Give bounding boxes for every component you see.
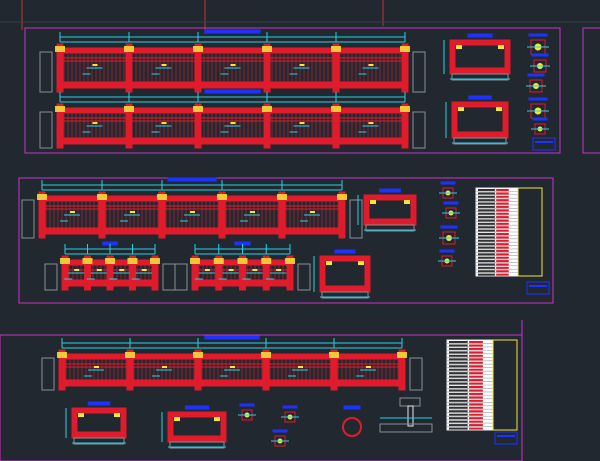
detail-12: [271, 429, 289, 447]
detail-8: [439, 225, 459, 245]
section-box-1: [443, 33, 511, 81]
detail-4: [527, 97, 549, 119]
beam-elevation-2: [39, 89, 426, 149]
detail-10: [238, 403, 256, 421]
rebar-schedule-table-1: [475, 187, 543, 277]
detail-5: [531, 117, 549, 135]
beam-elevation-4: [44, 241, 176, 291]
beam-elevation-5: [174, 241, 311, 291]
drawing-grid-lines: [0, 0, 600, 34]
detail-1: [527, 33, 549, 55]
beam-elevation-1: [39, 29, 426, 93]
detail-2: [530, 53, 550, 73]
cad-drawing-viewport[interactable]: [0, 0, 600, 461]
section-box-5: [65, 401, 127, 445]
detail-9: [438, 249, 456, 267]
detail-3: [526, 73, 546, 93]
pedestal-detail: [342, 397, 433, 437]
section-box-2: [445, 95, 509, 145]
title-block-3: [494, 431, 518, 445]
title-block-2: [526, 281, 550, 295]
beam-elevation-6: [41, 335, 423, 391]
beam-elevation-3: [21, 177, 363, 239]
section-box-3: [357, 188, 417, 232]
section-box-4: [313, 249, 371, 299]
detail-6: [439, 181, 457, 199]
section-box-6: [161, 405, 227, 449]
detail-7: [442, 201, 460, 219]
detail-11: [281, 405, 299, 423]
rebar-schedule-table-2: [446, 339, 518, 431]
title-block-1: [532, 137, 556, 151]
